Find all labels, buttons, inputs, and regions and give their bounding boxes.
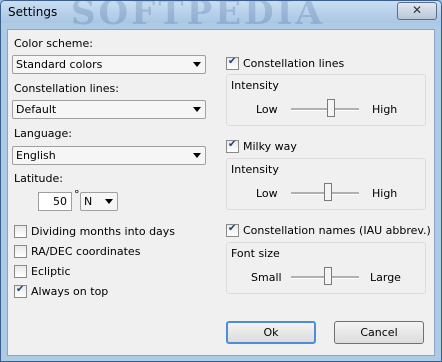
milky-way-intensity-group: Intensity Low High	[226, 158, 426, 210]
checkbox-box	[226, 139, 239, 153]
checkbox-box	[14, 245, 27, 258]
latitude-input[interactable]: 50	[38, 192, 72, 211]
group-title: Font size	[231, 247, 280, 260]
ra-dec-checkbox[interactable]: RA/DEC coordinates	[14, 245, 184, 259]
constellation-lines-value: Default	[16, 103, 57, 116]
settings-window: SOFTPEDIA Settings ✕ Color scheme: Stand…	[0, 0, 442, 362]
language-label: Language:	[14, 127, 72, 140]
constellation-intensity-slider[interactable]	[291, 99, 359, 119]
always-on-top-checkbox[interactable]: Always on top	[14, 284, 184, 299]
group-title: Intensity	[231, 163, 279, 176]
always-on-top-label: Always on top	[31, 285, 109, 298]
dialog-body: Color scheme: Standard colors Constellat…	[7, 29, 435, 356]
constellation-intensity-group: Intensity Low High	[226, 74, 426, 126]
milky-way-checkbox[interactable]: Milky way	[226, 139, 426, 154]
checkbox-box	[226, 223, 239, 237]
small-label: Small	[251, 271, 282, 284]
slider-thumb[interactable]	[324, 183, 332, 201]
latitude-direction-select[interactable]: N	[80, 192, 118, 211]
cancel-button[interactable]: Cancel	[334, 321, 424, 344]
milky-way-intensity-slider[interactable]	[291, 183, 359, 203]
ecliptic-checkbox[interactable]: Ecliptic	[14, 265, 184, 279]
low-label: Low	[256, 103, 278, 116]
ra-dec-label: RA/DEC coordinates	[31, 245, 141, 258]
font-size-slider[interactable]	[291, 267, 359, 287]
dividing-months-label: Dividing months into days	[31, 225, 176, 238]
constellation-lines-checkbox[interactable]: Constellation lines	[226, 56, 426, 71]
high-label: High	[372, 187, 398, 200]
font-size-group: Font size Small Large	[226, 242, 426, 294]
group-title: Intensity	[231, 79, 279, 92]
checkbox-box	[14, 284, 27, 298]
chevron-down-icon	[193, 153, 201, 158]
color-scheme-value: Standard colors	[16, 58, 103, 71]
close-button[interactable]: ✕	[397, 2, 437, 20]
low-label: Low	[256, 187, 278, 200]
milky-way-label: Milky way	[243, 140, 297, 153]
high-label: High	[372, 103, 398, 116]
title-bar[interactable]: SOFTPEDIA Settings ✕	[1, 1, 441, 33]
ok-button[interactable]: Ok	[226, 321, 316, 344]
chevron-down-icon	[193, 62, 201, 67]
color-scheme-label: Color scheme:	[14, 37, 93, 50]
slider-thumb[interactable]	[324, 267, 332, 285]
close-icon: ✕	[411, 3, 423, 17]
chevron-down-icon	[193, 107, 201, 112]
checkbox-box	[226, 56, 239, 70]
degree-symbol: °	[74, 188, 80, 201]
constellation-lines-select[interactable]: Default	[12, 100, 206, 119]
latitude-direction-value: N	[84, 195, 93, 208]
checkbox-box	[14, 265, 27, 278]
large-label: Large	[370, 271, 401, 284]
constellation-lines-check-label: Constellation lines	[243, 57, 345, 70]
constellation-names-checkbox[interactable]: Constellation names (IAU abbrev.)	[226, 223, 431, 238]
chevron-down-icon	[105, 199, 113, 204]
language-value: English	[16, 149, 56, 162]
constellation-lines-label: Constellation lines:	[14, 82, 119, 95]
ecliptic-label: Ecliptic	[31, 265, 71, 278]
slider-track	[291, 108, 359, 111]
latitude-label: Latitude:	[14, 172, 63, 185]
checkbox-box	[14, 225, 27, 238]
slider-thumb[interactable]	[327, 99, 335, 117]
language-select[interactable]: English	[12, 146, 206, 165]
window-title: Settings	[8, 5, 58, 19]
dividing-months-checkbox[interactable]: Dividing months into days	[14, 225, 184, 239]
constellation-names-label: Constellation names (IAU abbrev.)	[243, 224, 431, 237]
color-scheme-select[interactable]: Standard colors	[12, 55, 206, 74]
